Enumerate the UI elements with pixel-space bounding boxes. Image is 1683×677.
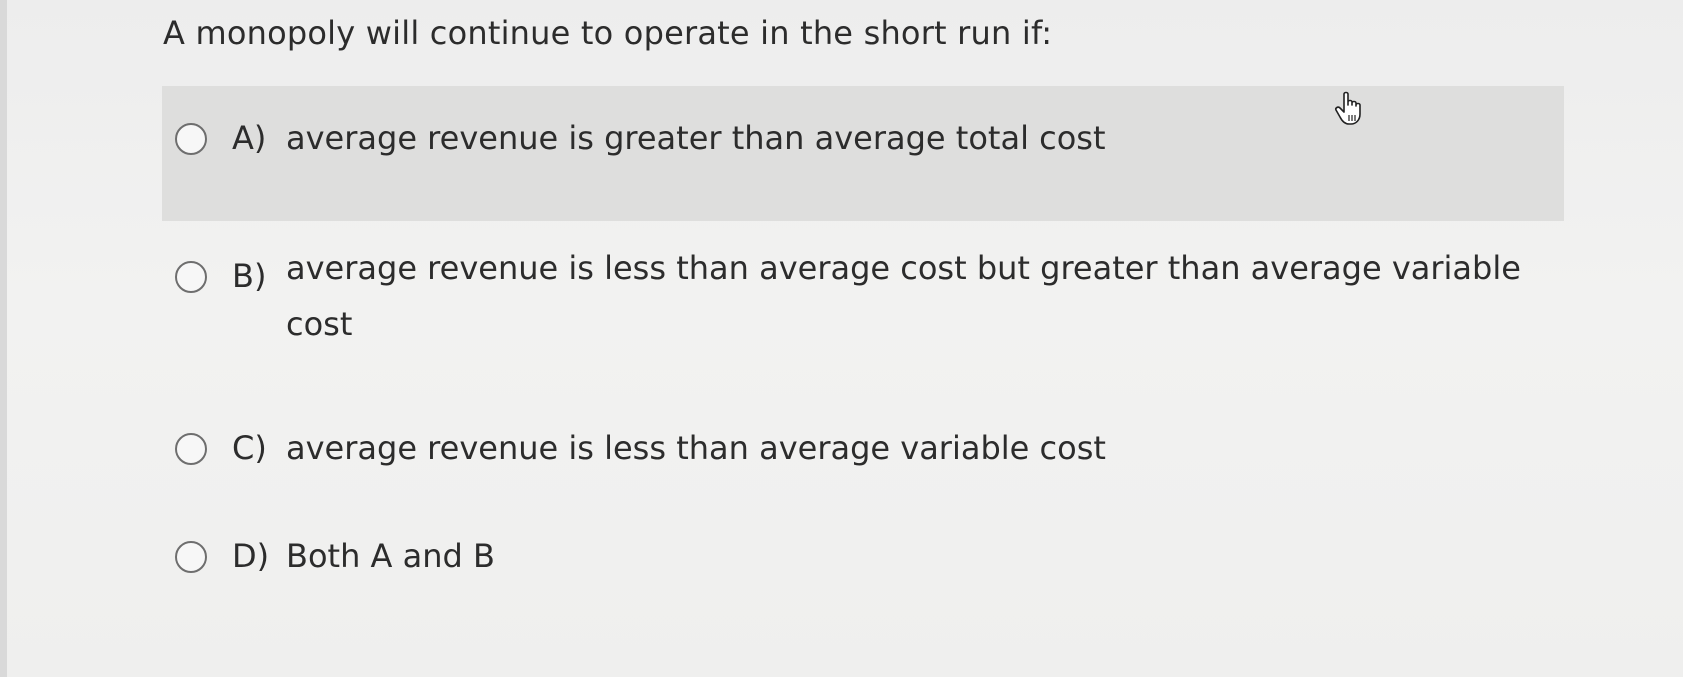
option-d[interactable]: D) Both A and B [162,528,1564,608]
question-text: A monopoly will continue to operate in t… [163,14,1053,52]
option-c-letter: C) [232,429,267,467]
option-b-text: average revenue is less than average cos… [286,249,1521,343]
option-a-letter: A) [232,119,267,157]
option-c-radio[interactable] [175,433,207,465]
hand-pointer-icon [1334,90,1368,126]
answer-options: A) average revenue is greater than avera… [162,86,1564,608]
option-d-letter: D) [232,537,270,575]
option-c[interactable]: C) average revenue is less than average … [162,396,1564,528]
option-c-text: average revenue is less than average var… [286,429,1106,467]
window-edge [0,0,7,677]
option-b[interactable]: B) average revenue is less than average … [162,224,1564,396]
option-d-text: Both A and B [286,537,495,575]
option-d-radio[interactable] [175,541,207,573]
option-b-letter: B) [232,257,267,295]
option-a-radio[interactable] [175,123,207,155]
option-b-radio[interactable] [175,261,207,293]
